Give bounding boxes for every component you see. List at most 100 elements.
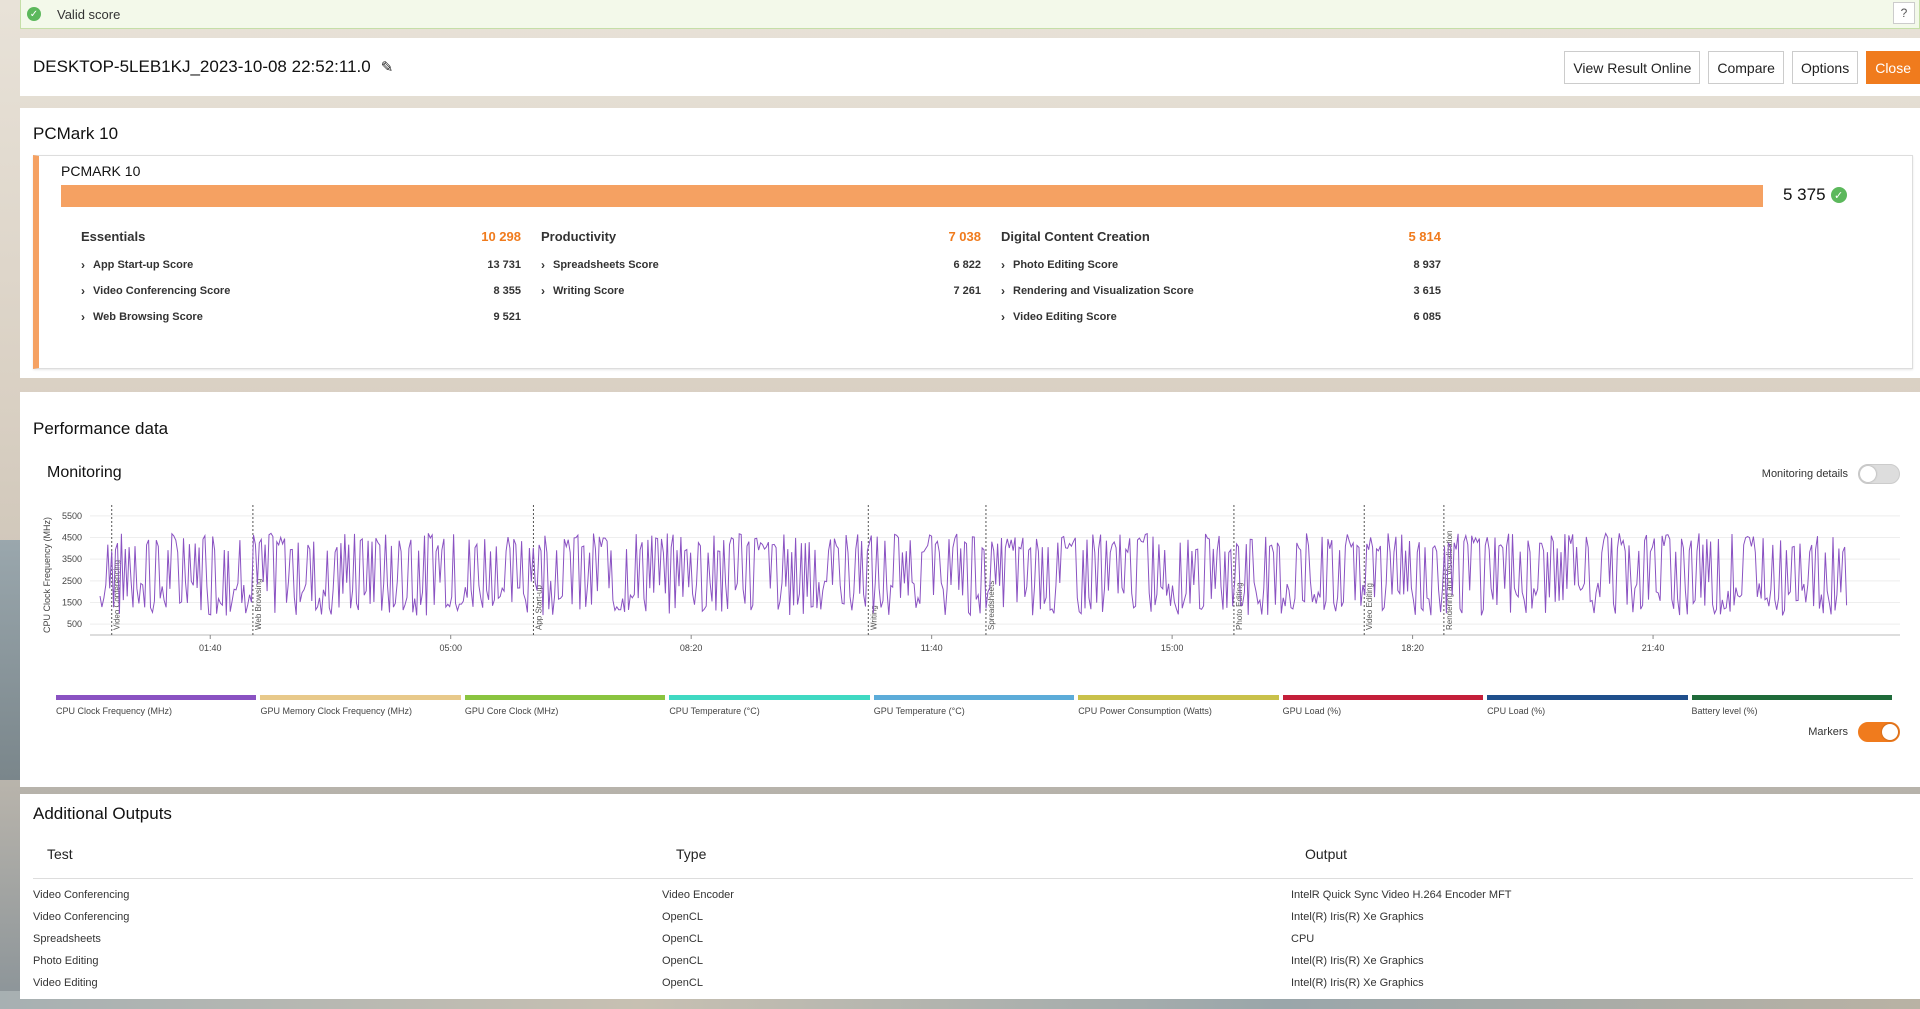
compare-button[interactable]: Compare bbox=[1708, 51, 1784, 84]
legend-swatch bbox=[1282, 695, 1484, 700]
x-tick-label: 05:00 bbox=[439, 643, 462, 653]
help-button[interactable]: ? bbox=[1893, 2, 1915, 24]
cpu-clock-series-line bbox=[99, 532, 1848, 617]
table-row: Spreadsheets OpenCL CPU bbox=[20, 928, 1920, 950]
cell-output: IntelR Quick Sync Video H.264 Encoder MF… bbox=[1291, 889, 1512, 901]
legend-item[interactable]: GPU Memory Clock Frequency (MHz) bbox=[260, 695, 461, 716]
marker-label: Web Browsing bbox=[254, 579, 263, 630]
legend-swatch bbox=[1078, 695, 1279, 700]
sub-score-value: 6 085 bbox=[1413, 311, 1441, 323]
sub-score-name: › Video Editing Score bbox=[1001, 310, 1117, 324]
marker-label: Video Editing bbox=[1365, 583, 1374, 630]
legend-label: GPU Temperature (°C) bbox=[873, 706, 965, 716]
sub-score-row[interactable]: › Photo Editing Score 8 937 bbox=[1001, 255, 1441, 275]
y-tick-label: 3500 bbox=[62, 554, 82, 564]
legend-item[interactable]: CPU Clock Frequency (MHz) bbox=[56, 695, 257, 716]
legend-swatch bbox=[669, 695, 870, 700]
monitoring-chart: CPU Clock Frequency (MHz) 5500 4500 3500 250… bbox=[42, 505, 1900, 653]
header-actions: View Result Online Compare Options Close bbox=[1564, 51, 1920, 84]
legend-item[interactable]: CPU Power Consumption (Watts) bbox=[1078, 695, 1279, 716]
sub-score-row[interactable]: › Rendering and Visualization Score 3 615 bbox=[1001, 281, 1441, 301]
x-tick-label: 01:40 bbox=[199, 643, 222, 653]
legend-item[interactable]: GPU Temperature (°C) bbox=[873, 695, 1075, 716]
cell-type: OpenCL bbox=[662, 911, 703, 923]
chevron-right-icon: › bbox=[1001, 284, 1005, 298]
chevron-right-icon: › bbox=[81, 284, 85, 298]
markers-label: Markers bbox=[1808, 726, 1848, 738]
legend-item[interactable]: CPU Load (%) bbox=[1487, 695, 1688, 716]
table-row: Video Conferencing Video Encoder IntelR Qu… bbox=[20, 884, 1920, 906]
score-group-value: 10 298 bbox=[481, 229, 521, 244]
sub-score-label: Video Conferencing Score bbox=[93, 285, 231, 297]
chevron-right-icon: › bbox=[541, 258, 545, 272]
sub-score-value: 9 521 bbox=[493, 311, 521, 323]
y-tick-label: 4500 bbox=[62, 533, 82, 543]
cell-test: Video Editing bbox=[33, 977, 98, 989]
cell-output: CPU bbox=[1291, 933, 1315, 945]
legend-item[interactable]: GPU Load (%) bbox=[1282, 695, 1484, 716]
sub-score-row[interactable]: › Video Conferencing Score 8 355 bbox=[81, 281, 521, 301]
score-panel: PCMark 10 PCMARK 10 5 375 ✓ Essentials 10… bbox=[20, 108, 1920, 378]
legend-label: CPU Clock Frequency (MHz) bbox=[56, 706, 173, 716]
pcmark-score-card: PCMARK 10 5 375 ✓ Essentials 10 298 › App S… bbox=[33, 155, 1913, 369]
monitoring-title: Monitoring bbox=[47, 464, 122, 481]
sub-score-label: App Start-up Score bbox=[93, 259, 194, 271]
chevron-right-icon: › bbox=[81, 310, 85, 324]
markers-toggle[interactable] bbox=[1858, 722, 1900, 742]
score-group-header: Digital Content Creation 5 814 bbox=[1001, 229, 1441, 249]
y-tick-label: 500 bbox=[67, 619, 82, 629]
table-row: Photo Editing OpenCL Intel(R) Iris(R) Xe G… bbox=[20, 950, 1920, 972]
score-group: Digital Content Creation 5 814 › Photo Edit… bbox=[1001, 229, 1441, 327]
score-group-value: 7 038 bbox=[948, 229, 981, 244]
sub-score-label: Photo Editing Score bbox=[1013, 259, 1119, 271]
legend-swatch bbox=[1691, 695, 1892, 700]
chevron-right-icon: › bbox=[541, 284, 545, 298]
chevron-right-icon: › bbox=[1001, 258, 1005, 272]
sub-score-name: › Rendering and Visualization Score bbox=[1001, 284, 1194, 298]
score-group-header: Productivity 7 038 bbox=[541, 229, 981, 249]
marker-label: Spreadsheets bbox=[987, 581, 996, 630]
legend-label: GPU Core Clock (MHz) bbox=[464, 706, 559, 716]
score-group-value: 5 814 bbox=[1408, 229, 1441, 244]
legend-swatch bbox=[1487, 695, 1688, 700]
outputs-table-header: Test Type Output bbox=[20, 846, 1920, 862]
check-circle-icon: ✓ bbox=[1830, 187, 1847, 203]
sub-score-row[interactable]: › App Start-up Score 13 731 bbox=[81, 255, 521, 275]
x-tick-label: 08:20 bbox=[680, 643, 703, 653]
legend-label: Battery level (%) bbox=[1691, 706, 1758, 716]
check-circle-icon: ✓ bbox=[27, 7, 41, 21]
additional-outputs-panel: Additional Outputs Test Type Output Vide… bbox=[20, 794, 1920, 999]
sub-score-label: Rendering and Visualization Score bbox=[1013, 285, 1194, 297]
cell-type: OpenCL bbox=[662, 977, 703, 989]
table-row: Video Editing OpenCL Intel(R) Iris(R) Xe G… bbox=[20, 972, 1920, 994]
close-button[interactable]: Close bbox=[1866, 51, 1920, 84]
legend-item[interactable]: Battery level (%) bbox=[1691, 695, 1892, 716]
cell-type: Video Encoder bbox=[662, 889, 734, 901]
cell-type: OpenCL bbox=[662, 933, 703, 945]
column-test: Test bbox=[47, 846, 73, 862]
x-tick-label: 15:00 bbox=[1161, 643, 1184, 653]
y-tick-label: 1500 bbox=[62, 598, 82, 608]
table-divider bbox=[33, 878, 1913, 879]
sub-score-row[interactable]: › Writing Score 7 261 bbox=[541, 281, 981, 301]
total-score-value: 5 375 bbox=[1783, 185, 1826, 204]
score-group-header: Essentials 10 298 bbox=[81, 229, 521, 249]
x-tick-label: 11:40 bbox=[921, 643, 943, 653]
legend-item[interactable]: GPU Core Clock (MHz) bbox=[464, 695, 666, 716]
options-button[interactable]: Options bbox=[1791, 51, 1859, 84]
valid-score-label: Valid score bbox=[57, 6, 121, 22]
sub-score-name: › Writing Score bbox=[541, 284, 624, 298]
cell-output: Intel(R) Iris(R) Xe Graphics bbox=[1291, 977, 1424, 989]
sub-score-row[interactable]: › Video Editing Score 6 085 bbox=[1001, 307, 1441, 327]
sub-score-row[interactable]: › Spreadsheets Score 6 822 bbox=[541, 255, 981, 275]
legend-item[interactable]: CPU Temperature (°C) bbox=[669, 695, 870, 716]
legend-label: CPU Temperature (°C) bbox=[669, 706, 760, 716]
sub-score-name: › Spreadsheets Score bbox=[541, 258, 659, 272]
score-section-title: PCMark 10 bbox=[33, 124, 119, 143]
sub-score-row[interactable]: › Web Browsing Score 9 521 bbox=[81, 307, 521, 327]
cell-test: Video Conferencing bbox=[33, 889, 130, 901]
sub-score-label: Web Browsing Score bbox=[93, 311, 203, 323]
monitoring-details-toggle[interactable] bbox=[1858, 464, 1900, 484]
view-result-online-button[interactable]: View Result Online bbox=[1564, 51, 1701, 84]
edit-pencil-icon[interactable]: ✎ bbox=[381, 58, 394, 76]
